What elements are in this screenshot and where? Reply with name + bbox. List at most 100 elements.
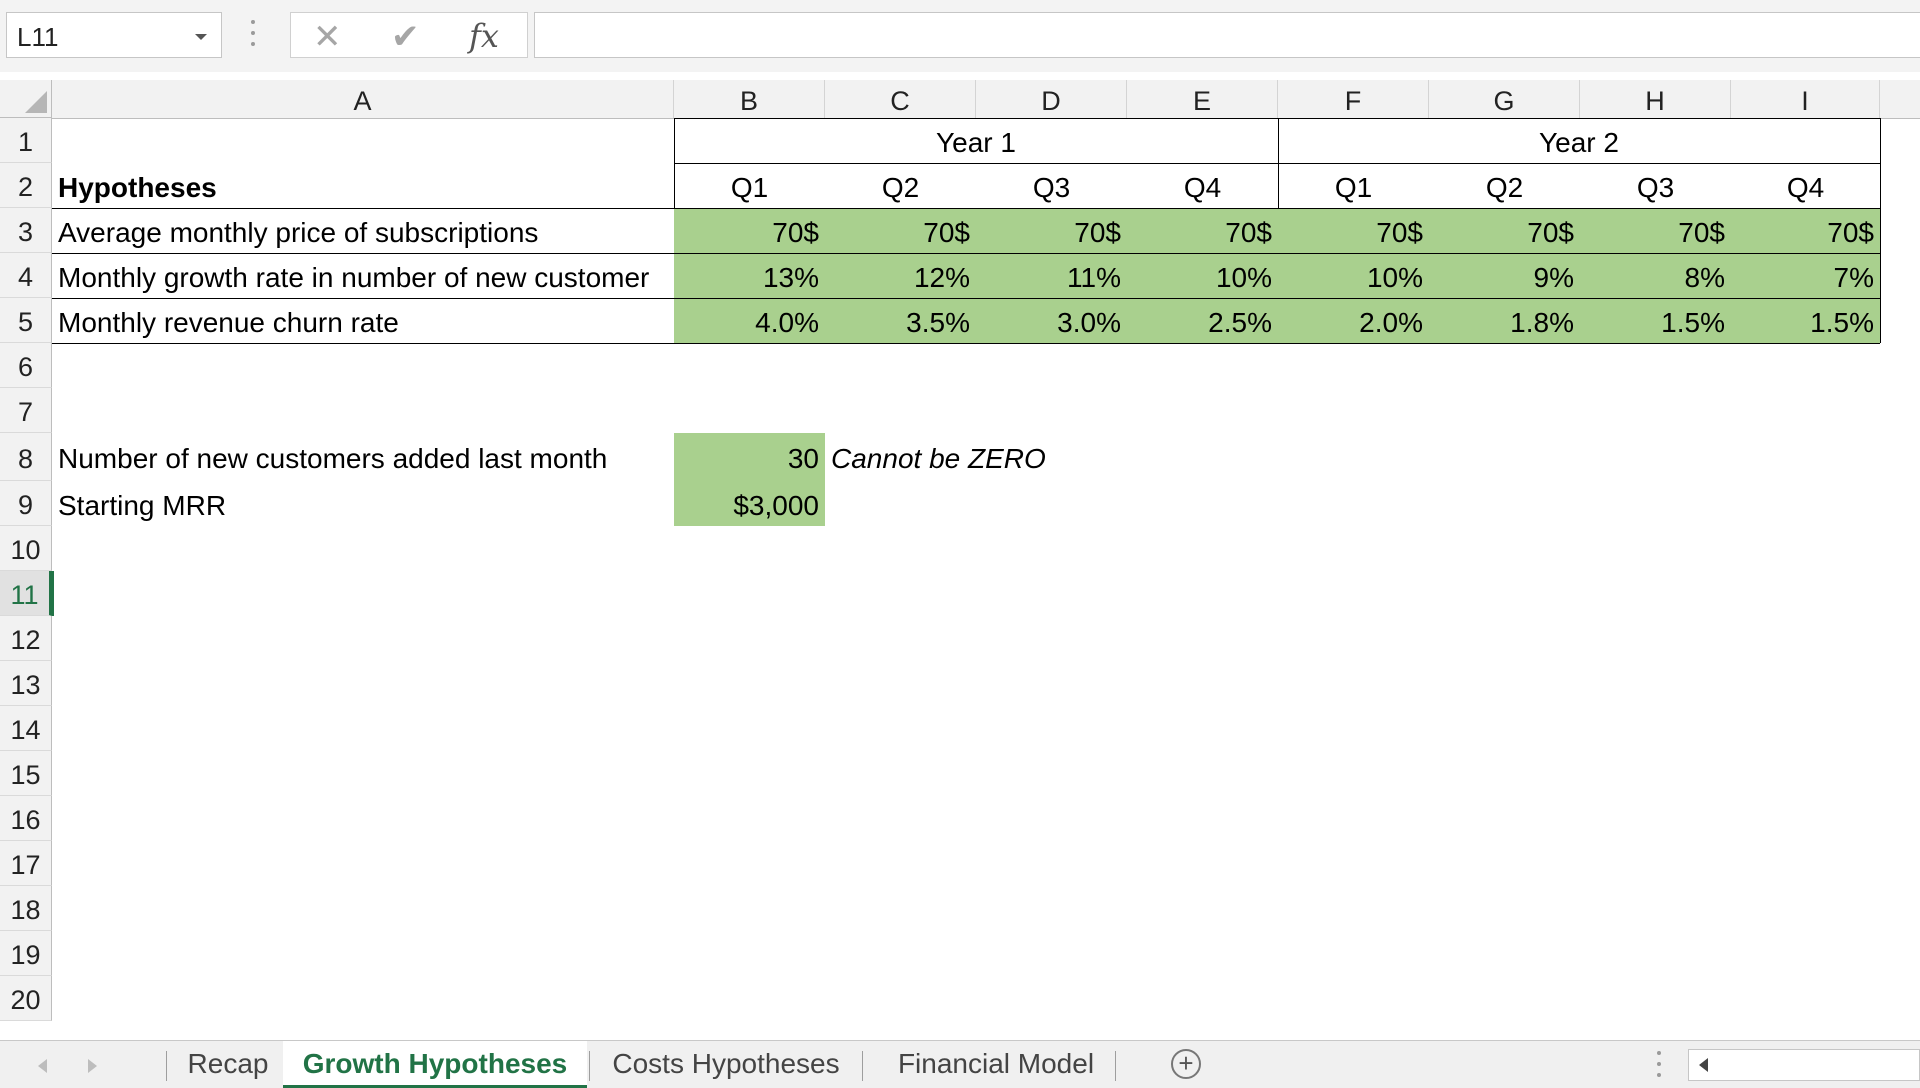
quarter-header[interactable]: Q2 xyxy=(825,163,976,208)
row-header-18[interactable]: 18 xyxy=(0,886,52,931)
quarter-header[interactable]: Q1 xyxy=(1278,163,1429,208)
function-icon[interactable]: fx xyxy=(469,17,499,55)
row-header-4[interactable]: 4 xyxy=(0,253,52,298)
new-customers-note[interactable]: Cannot be ZERO xyxy=(825,433,1145,481)
name-box[interactable]: L11 xyxy=(6,12,222,58)
tab-separator xyxy=(589,1051,590,1081)
row-header-17[interactable]: 17 xyxy=(0,841,52,886)
hypotheses-label[interactable]: Hypotheses xyxy=(52,163,674,208)
row-header-14[interactable]: 14 xyxy=(0,706,52,751)
tab-costs-hypotheses[interactable]: Costs Hypotheses xyxy=(592,1041,860,1088)
hypothesis-value[interactable]: 10% xyxy=(1127,253,1278,298)
column-header-i[interactable]: I xyxy=(1731,80,1880,118)
hypothesis-value[interactable]: 70$ xyxy=(1580,208,1731,253)
plus-circle-icon[interactable]: + xyxy=(1171,1049,1201,1079)
hypothesis-value[interactable]: 4.0% xyxy=(674,298,825,343)
row-header-1[interactable]: 1 xyxy=(0,118,52,163)
chevron-down-icon[interactable] xyxy=(195,34,207,40)
row-header-6[interactable]: 6 xyxy=(0,343,52,388)
quarter-header[interactable]: Q3 xyxy=(1580,163,1731,208)
tab-separator xyxy=(166,1051,167,1081)
new-customers-label[interactable]: Number of new customers added last month xyxy=(52,433,674,481)
hypothesis-value[interactable]: 70$ xyxy=(1127,208,1278,253)
column-header-d[interactable]: D xyxy=(976,80,1127,118)
more-options-icon[interactable] xyxy=(250,20,256,50)
row-header-20[interactable]: 20 xyxy=(0,976,52,1021)
row-header-11[interactable]: 11 xyxy=(0,571,52,616)
hypothesis-value[interactable]: 70$ xyxy=(976,208,1127,253)
split-handle-icon[interactable] xyxy=(1656,1051,1662,1081)
tab-growth-hypotheses[interactable]: Growth Hypotheses xyxy=(283,1041,587,1088)
formula-buttons: ✕ ✔ fx xyxy=(290,12,528,58)
hypothesis-value[interactable]: 70$ xyxy=(1278,208,1429,253)
hypothesis-value[interactable]: 1.5% xyxy=(1580,298,1731,343)
active-row-indicator xyxy=(52,571,54,616)
column-header-b[interactable]: B xyxy=(674,80,825,118)
hypothesis-label[interactable]: Average monthly price of subscriptions xyxy=(52,208,674,253)
hypothesis-value[interactable]: 3.0% xyxy=(976,298,1127,343)
hypothesis-value[interactable]: 11% xyxy=(976,253,1127,298)
select-all-button[interactable] xyxy=(0,80,52,118)
tab-scroll-right-icon[interactable] xyxy=(88,1059,97,1073)
starting-mrr-label[interactable]: Starting MRR xyxy=(52,481,674,526)
row-header-3[interactable]: 3 xyxy=(0,208,52,253)
hypothesis-value[interactable]: 8% xyxy=(1580,253,1731,298)
quarter-header[interactable]: Q3 xyxy=(976,163,1127,208)
hypothesis-value[interactable]: 70$ xyxy=(674,208,825,253)
row-header-10[interactable]: 10 xyxy=(0,526,52,571)
row-header-19[interactable]: 19 xyxy=(0,931,52,976)
row-header-15[interactable]: 15 xyxy=(0,751,52,796)
horizontal-scrollbar[interactable] xyxy=(1688,1049,1920,1081)
check-icon[interactable]: ✔ xyxy=(391,17,420,57)
table-border-top xyxy=(674,118,1880,119)
row-header-16[interactable]: 16 xyxy=(0,796,52,841)
quarter-header[interactable]: Q1 xyxy=(674,163,825,208)
quarter-header[interactable]: Q4 xyxy=(1731,163,1880,208)
hypothesis-value[interactable]: 70$ xyxy=(1429,208,1580,253)
starting-mrr-value[interactable]: $3,000 xyxy=(674,481,825,526)
column-header-h[interactable]: H xyxy=(1580,80,1731,118)
hypothesis-label[interactable]: Monthly growth rate in number of new cus… xyxy=(52,253,674,298)
hypothesis-value[interactable]: 1.8% xyxy=(1429,298,1580,343)
column-header-g[interactable]: G xyxy=(1429,80,1580,118)
hypothesis-label[interactable]: Monthly revenue churn rate xyxy=(52,298,674,343)
table-border-left xyxy=(674,118,675,208)
sheet-tab-bar: Recap Growth Hypotheses Costs Hypotheses Fi… xyxy=(0,1040,1920,1088)
row-header-5[interactable]: 5 xyxy=(0,298,52,343)
cross-icon[interactable]: ✕ xyxy=(313,17,342,57)
formula-bar: L11 ✕ ✔ fx xyxy=(0,0,1920,72)
hypothesis-value[interactable]: 70$ xyxy=(825,208,976,253)
row-header-12[interactable]: 12 xyxy=(0,616,52,661)
row-header-7[interactable]: 7 xyxy=(0,388,52,433)
header-bottom-line xyxy=(52,208,1880,209)
hypothesis-value[interactable]: 7% xyxy=(1731,253,1880,298)
hypothesis-value[interactable]: 9% xyxy=(1429,253,1580,298)
quarter-header[interactable]: Q4 xyxy=(1127,163,1278,208)
hypothesis-value[interactable]: 13% xyxy=(674,253,825,298)
hypothesis-value[interactable]: 1.5% xyxy=(1731,298,1880,343)
column-header-f[interactable]: F xyxy=(1278,80,1429,118)
year-1-header[interactable]: Year 1 xyxy=(674,118,1278,163)
new-customers-value[interactable]: 30 xyxy=(674,433,825,481)
hypothesis-value[interactable]: 10% xyxy=(1278,253,1429,298)
tab-scroll-left-icon[interactable] xyxy=(38,1059,47,1073)
row-header-9[interactable]: 9 xyxy=(0,481,52,526)
tab-financial-model[interactable]: Financial Model xyxy=(866,1041,1126,1088)
formula-input[interactable] xyxy=(534,12,1920,58)
column-header-e[interactable]: E xyxy=(1127,80,1278,118)
hypothesis-value[interactable]: 2.5% xyxy=(1127,298,1278,343)
hypothesis-value[interactable]: 12% xyxy=(825,253,976,298)
tab-separator xyxy=(862,1051,863,1081)
hypothesis-value[interactable]: 70$ xyxy=(1731,208,1880,253)
row-header-13[interactable]: 13 xyxy=(0,661,52,706)
hypothesis-value[interactable]: 3.5% xyxy=(825,298,976,343)
quarter-header[interactable]: Q2 xyxy=(1429,163,1580,208)
year-2-header[interactable]: Year 2 xyxy=(1278,118,1880,163)
row-header-2[interactable]: 2 xyxy=(0,163,52,208)
tab-recap[interactable]: Recap xyxy=(170,1041,286,1088)
hypothesis-value[interactable]: 2.0% xyxy=(1278,298,1429,343)
column-header-a[interactable]: A xyxy=(52,80,674,118)
row-header-8[interactable]: 8 xyxy=(0,433,52,481)
scroll-left-icon[interactable] xyxy=(1699,1058,1708,1072)
column-header-c[interactable]: C xyxy=(825,80,976,118)
